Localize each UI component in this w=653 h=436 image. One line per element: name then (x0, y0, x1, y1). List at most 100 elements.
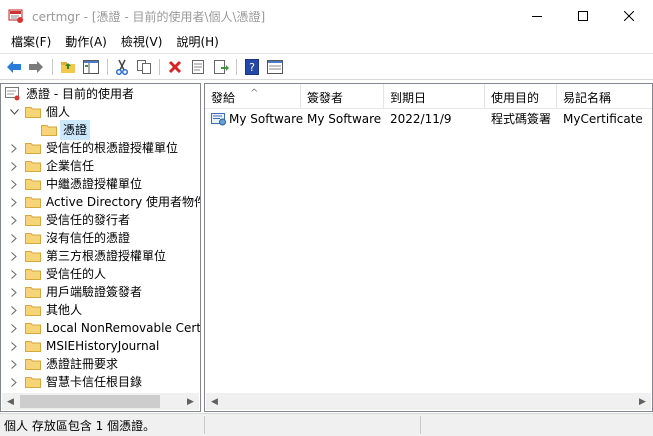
tree-item[interactable]: MSIEHistoryJournal (9, 337, 161, 355)
folder-icon (25, 377, 41, 388)
tree-root[interactable]: 憑證 - 目前的使用者 (5, 85, 136, 103)
tree-item-label: 沒有信任的憑證 (46, 231, 131, 245)
folder-icon (41, 125, 57, 136)
collapsed-chevron-icon[interactable] (9, 175, 19, 193)
delete-button[interactable] (166, 58, 184, 76)
svg-text:?: ? (249, 61, 255, 74)
tree-pane[interactable]: 憑證 - 目前的使用者 個人 憑證 受信任的根憑證授權單位企業信任中繼憑證授權單位 A… (0, 83, 201, 412)
collapsed-chevron-icon[interactable] (9, 283, 19, 301)
help-icon: ? (245, 59, 259, 75)
show-hide-tree-icon (83, 60, 99, 74)
close-button[interactable] (606, 0, 652, 32)
folder-icon (25, 143, 41, 154)
scroll-left-icon[interactable]: ◀ (206, 393, 223, 410)
collapsed-chevron-icon[interactable] (9, 373, 19, 391)
status-text: 個人 存放區包含 1 個憑證。 (4, 419, 156, 433)
export-list-button[interactable] (212, 58, 230, 76)
folder-icon (25, 215, 41, 226)
cell-intended-purposes: 程式碼簽署 (491, 112, 552, 126)
collapsed-chevron-icon[interactable] (9, 157, 19, 175)
back-button[interactable] (5, 58, 23, 76)
folder-icon (25, 161, 41, 172)
tree-item-label: 受信任的發行者 (46, 213, 131, 227)
minimize-button[interactable] (514, 0, 560, 32)
maximize-icon (578, 11, 588, 21)
collapsed-chevron-icon[interactable] (9, 247, 19, 265)
folder-icon (25, 107, 41, 118)
cell-issued-by: My Software (307, 112, 382, 126)
column-intended-purposes[interactable]: 使用目的 (485, 84, 557, 109)
tree-item[interactable]: 用戶端驗證簽發者 (9, 283, 144, 301)
copy-button[interactable] (135, 58, 153, 76)
collapsed-chevron-icon[interactable] (9, 355, 19, 373)
properties-button[interactable] (189, 58, 207, 76)
tree-item[interactable]: 受信任的人 (9, 265, 108, 283)
forward-button[interactable] (27, 58, 45, 76)
folder-icon (25, 197, 41, 208)
folder-icon (25, 287, 41, 298)
tree-item-label: Local NonRemovable Certificates (46, 321, 201, 335)
certificate-list-pane[interactable]: ^ 發給 簽發者 到期日 使用目的 易記名稱 My Software My So… (204, 83, 653, 412)
list-horizontal-scrollbar[interactable]: ◀ ▶ (206, 393, 651, 410)
column-friendly-name[interactable]: 易記名稱 (557, 84, 652, 109)
menu-bar: 檔案(F) 動作(A) 檢視(V) 說明(H) (0, 32, 653, 52)
scrollbar-thumb[interactable] (20, 395, 160, 408)
expanded-chevron-icon[interactable] (9, 103, 19, 121)
tree-item[interactable]: 中繼憑證授權單位 (9, 175, 144, 193)
tree-item[interactable]: 第三方根憑證授權單位 (9, 247, 168, 265)
title-bar: certmgr - [憑證 - 目前的使用者\個人\憑證] (0, 0, 653, 32)
scroll-right-icon[interactable]: ▶ (182, 393, 199, 410)
tree-item-label: 其他人 (46, 303, 83, 317)
tree-item[interactable]: 個人 (9, 103, 72, 121)
collapsed-chevron-icon[interactable] (9, 139, 19, 157)
collapsed-chevron-icon[interactable] (9, 319, 19, 337)
tree-horizontal-scrollbar[interactable]: ◀ ▶ (2, 393, 199, 410)
column-issued-by[interactable]: 簽發者 (301, 84, 384, 109)
maximize-button[interactable] (560, 0, 606, 32)
menu-action[interactable]: 動作(A) (58, 32, 114, 52)
tree-item[interactable]: 其他人 (9, 301, 84, 319)
table-row[interactable]: My Software My Software 2022/11/9 程式碼簽署 … (205, 110, 652, 128)
up-folder-icon (61, 62, 75, 73)
cell-expiration-date: 2022/11/9 (390, 112, 452, 126)
tree-item-label: Active Directory 使用者物件 (46, 195, 201, 209)
tree-root-label: 憑證 - 目前的使用者 (26, 87, 134, 101)
tree-item-label: 中繼憑證授權單位 (46, 177, 143, 191)
collapsed-chevron-icon[interactable] (9, 301, 19, 319)
view-button[interactable] (266, 58, 284, 76)
show-hide-tree-button[interactable] (82, 58, 100, 76)
tree-item[interactable]: 受信任的根憑證授權單位 (9, 139, 180, 157)
tree-item[interactable]: 企業信任 (9, 157, 96, 175)
tree-item[interactable]: 憑證 (41, 120, 91, 140)
collapsed-chevron-icon[interactable] (9, 211, 19, 229)
menu-file[interactable]: 檔案(F) (4, 32, 58, 52)
cut-button[interactable] (113, 58, 131, 76)
column-issued-to[interactable]: ^ 發給 (205, 84, 301, 109)
minimize-icon (532, 16, 542, 17)
collapsed-chevron-icon[interactable] (9, 193, 19, 211)
tree-item[interactable]: Local NonRemovable Certificates (9, 319, 201, 337)
collapsed-chevron-icon[interactable] (9, 265, 19, 283)
column-expiration-date[interactable]: 到期日 (384, 84, 485, 109)
window-title: certmgr - [憑證 - 目前的使用者\個人\憑證] (32, 10, 266, 24)
back-arrow-icon (7, 61, 21, 73)
tree-item-label: 企業信任 (46, 159, 95, 173)
tree-item[interactable]: 憑證註冊要求 (9, 355, 120, 373)
scroll-left-icon[interactable]: ◀ (2, 393, 19, 410)
folder-icon (25, 179, 41, 190)
tree-item[interactable]: 受信任的發行者 (9, 211, 132, 229)
certificates-root-icon (5, 87, 20, 101)
collapsed-chevron-icon[interactable] (9, 337, 19, 355)
tree-item-label: 憑證 (60, 120, 91, 140)
sort-ascending-icon: ^ (250, 88, 259, 99)
folder-icon (25, 341, 41, 352)
menu-help[interactable]: 說明(H) (169, 32, 225, 52)
help-button[interactable]: ? (243, 58, 261, 76)
scroll-right-icon[interactable]: ▶ (634, 393, 651, 410)
collapsed-chevron-icon[interactable] (9, 229, 19, 247)
up-level-button[interactable] (59, 58, 77, 76)
menu-view[interactable]: 檢視(V) (114, 32, 170, 52)
tree-item[interactable]: Active Directory 使用者物件 (9, 193, 201, 211)
tree-item[interactable]: 智慧卡信任根目錄 (9, 373, 144, 391)
tree-item[interactable]: 沒有信任的憑證 (9, 229, 132, 247)
